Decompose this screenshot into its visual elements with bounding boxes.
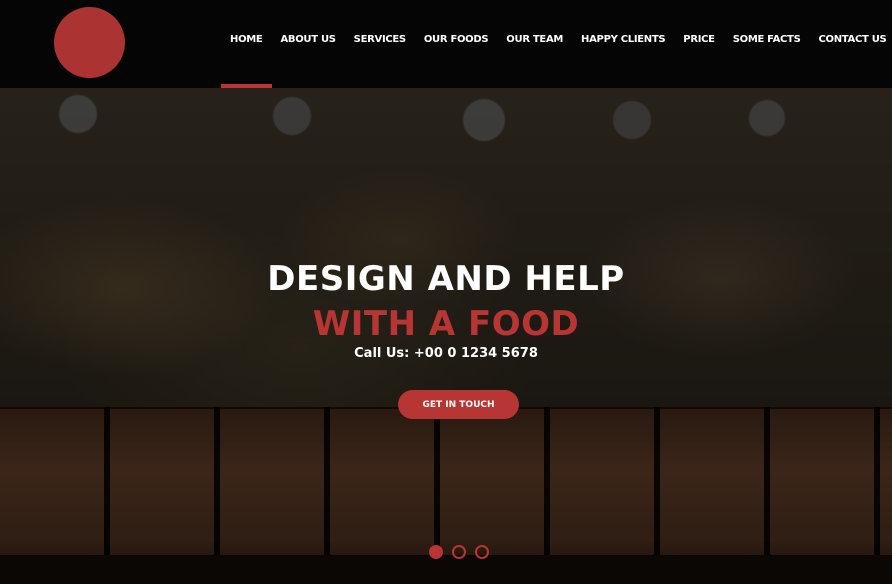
nav-happy-clients[interactable]: HAPPY CLIENTS <box>581 0 666 88</box>
nav-our-foods[interactable]: OUR FOODS <box>424 0 489 88</box>
nav-services[interactable]: SERVICES <box>354 0 406 88</box>
nav-price[interactable]: PRICE <box>683 0 715 88</box>
nav-our-team[interactable]: OUR TEAM <box>506 0 563 88</box>
site-logo[interactable] <box>54 7 125 78</box>
get-in-touch-button[interactable]: GET IN TOUCH <box>398 390 519 419</box>
slider-dots <box>429 545 489 559</box>
nav-about-us[interactable]: ABOUT US <box>280 0 336 88</box>
hero-slider: DESIGN AND HELP WITH A FOOD Call Us: +00… <box>0 88 892 584</box>
slider-dot-1[interactable] <box>429 545 443 559</box>
nav-home[interactable]: HOME <box>220 0 274 88</box>
slider-dot-3[interactable] <box>475 545 489 559</box>
main-nav: HOME ABOUT US SERVICES OUR FOODS OUR TEA… <box>220 0 887 88</box>
hero-content: DESIGN AND HELP WITH A FOOD Call Us: +00… <box>0 88 892 584</box>
hero-call-us-text: Call Us: +00 0 1234 5678 <box>354 346 538 361</box>
hero-headline-line2: WITH A FOOD <box>312 304 580 344</box>
hero-headline-line1: DESIGN AND HELP <box>267 259 625 299</box>
slider-dot-2[interactable] <box>452 545 466 559</box>
nav-contact-us[interactable]: CONTACT US <box>818 0 886 88</box>
site-header: HOME ABOUT US SERVICES OUR FOODS OUR TEA… <box>0 0 892 88</box>
nav-some-facts[interactable]: SOME FACTS <box>733 0 801 88</box>
